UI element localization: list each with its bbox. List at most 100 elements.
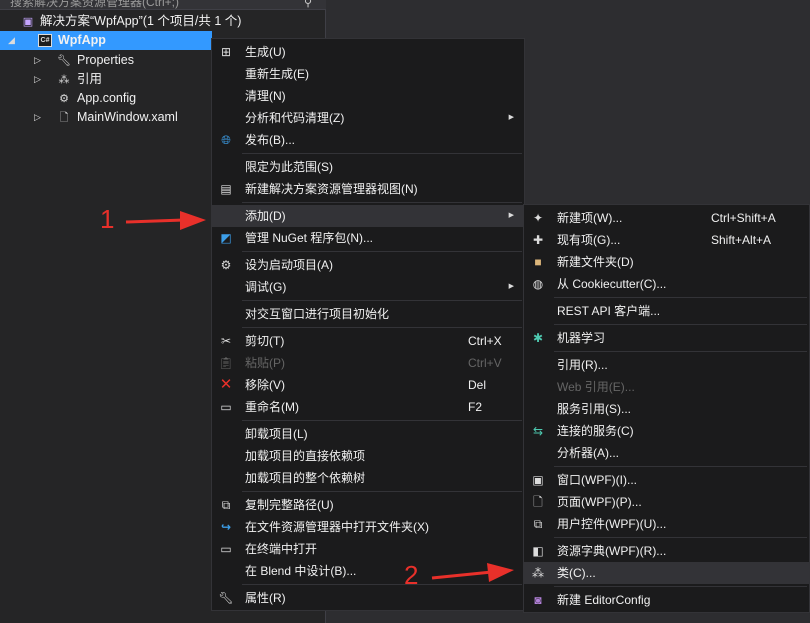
menu-label: 在终端中打开 <box>245 542 318 556</box>
submenu-rest-api-client[interactable]: REST API 客户端... <box>524 300 809 322</box>
menu-label: 剪切(T) <box>245 334 285 348</box>
menu-label: 用户控件(WPF)(U)... <box>557 517 667 531</box>
submenu-service-reference[interactable]: 服务引用(S)... <box>524 398 809 420</box>
references-icon: ⁂ <box>58 74 70 86</box>
tree-item-label: App.config <box>77 91 137 105</box>
tree-item-label: MainWindow.xaml <box>77 110 178 124</box>
menu-separator <box>554 324 807 325</box>
submenu-new-editorconfig[interactable]: ◙ 新建 EditorConfig <box>524 589 809 611</box>
annotation-number-1: 1 <box>100 204 115 234</box>
menu-label: 属性(R) <box>245 591 286 605</box>
menu-label: Web 引用(E)... <box>557 380 635 394</box>
menu-set-startup[interactable]: ⚙ 设为启动项目(A) <box>212 254 524 276</box>
menu-separator <box>554 351 807 352</box>
menu-unload-project[interactable]: 卸载项目(L) <box>212 423 524 445</box>
menu-add[interactable]: 添加(D) ▶ <box>212 205 524 227</box>
menu-label: 设为启动项目(A) <box>245 258 333 272</box>
menu-shortcut: F2 <box>468 400 483 414</box>
menu-paste[interactable]: 📋︎ 粘贴(P) Ctrl+V <box>212 352 524 374</box>
submenu-new-item[interactable]: ✦ 新建项(W)... Ctrl+Shift+A <box>524 207 809 229</box>
menu-scope-to-this[interactable]: 限定为此范围(S) <box>212 156 524 178</box>
search-placeholder: 搜索解决方案资源管理器(Ctrl+;) <box>10 0 179 9</box>
menu-separator <box>554 586 807 587</box>
menu-label: 页面(WPF)(P)... <box>557 495 642 509</box>
tree-item-label: 引用 <box>77 72 103 86</box>
page-icon: 🗋 <box>533 495 543 509</box>
menu-rename[interactable]: ▭ 重命名(M) F2 <box>212 396 524 418</box>
paste-icon: 📋︎ <box>218 356 234 370</box>
expand-arrow-icon[interactable]: ◢ <box>8 31 15 50</box>
menu-separator <box>554 466 807 467</box>
menu-properties[interactable]: 🔧︎ 属性(R) <box>212 587 524 609</box>
submenu-existing-item[interactable]: ✚ 现有项(G)... Shift+Alt+A <box>524 229 809 251</box>
menu-shortcut: Ctrl+X <box>468 334 502 348</box>
menu-manage-nuget[interactable]: ◩ 管理 NuGet 程序包(N)... <box>212 227 524 249</box>
search-input[interactable]: 搜索解决方案资源管理器(Ctrl+;) ⚲ <box>0 0 326 10</box>
menu-separator <box>242 300 522 301</box>
menu-label: 重命名(M) <box>245 400 299 414</box>
menu-publish[interactable]: 🌐︎ 发布(B)... <box>212 129 524 151</box>
menu-label: 加载项目的整个依赖树 <box>245 471 366 485</box>
xaml-file-icon: 🗋 <box>59 112 69 124</box>
collapse-arrow-icon[interactable]: ▷ <box>34 51 41 70</box>
menu-label: 从 Cookiecutter(C)... <box>557 277 667 291</box>
menu-copy-full-path[interactable]: ⧉ 复制完整路径(U) <box>212 494 524 516</box>
menu-clean[interactable]: 清理(N) <box>212 85 524 107</box>
menu-label: 服务引用(S)... <box>557 402 631 416</box>
window-icon: ▣ <box>532 473 544 487</box>
open-folder-arrow-icon: ↪ <box>220 520 232 534</box>
submenu-user-control-wpf[interactable]: ⧉ 用户控件(WPF)(U)... <box>524 513 809 535</box>
menu-cut[interactable]: ✂ 剪切(T) Ctrl+X <box>212 330 524 352</box>
menu-analyze[interactable]: 分析和代码清理(Z) ▶ <box>212 107 524 129</box>
submenu-web-reference[interactable]: Web 引用(E)... <box>524 376 809 398</box>
submenu-new-folder[interactable]: ■ 新建文件夹(D) <box>524 251 809 273</box>
remove-x-icon: ✕ <box>219 376 233 393</box>
menu-open-in-explorer[interactable]: ↪ 在文件资源管理器中打开文件夹(X) <box>212 516 524 538</box>
submenu-analyzer[interactable]: 分析器(A)... <box>524 442 809 464</box>
tree-solution[interactable]: ▣ 解决方案“WpfApp”(1 个项目/共 1 个) <box>0 12 326 31</box>
menu-separator <box>242 420 522 421</box>
menu-label: 新建项(W)... <box>557 211 623 225</box>
menu-label: 添加(D) <box>245 209 286 223</box>
menu-label: 机器学习 <box>557 331 606 345</box>
collapse-arrow-icon[interactable]: ▷ <box>34 70 41 89</box>
submenu-class[interactable]: ⁂ 类(C)... <box>524 562 809 584</box>
submenu-from-cookiecutter[interactable]: ◍ 从 Cookiecutter(C)... <box>524 273 809 295</box>
menu-shortcut: Ctrl+Shift+A <box>711 211 776 225</box>
menu-label: 调试(G) <box>245 280 287 294</box>
submenu-resource-dictionary-wpf[interactable]: ◧ 资源字典(WPF)(R)... <box>524 540 809 562</box>
submenu-machine-learning[interactable]: ✱ 机器学习 <box>524 327 809 349</box>
menu-label: 新建 EditorConfig <box>557 593 651 607</box>
menu-open-in-terminal[interactable]: ▭ 在终端中打开 <box>212 538 524 560</box>
menu-rebuild[interactable]: 重新生成(E) <box>212 63 524 85</box>
menu-label: 粘贴(P) <box>245 356 285 370</box>
cookiecutter-icon: ◍ <box>532 277 544 291</box>
menu-label: 加载项目的直接依赖项 <box>245 449 366 463</box>
csharp-project-icon: C# <box>38 34 52 47</box>
project-label: WpfApp <box>58 33 106 47</box>
menu-new-explorer-view[interactable]: ▤ 新建解决方案资源管理器视图(N) <box>212 178 524 200</box>
menu-label: 限定为此范围(S) <box>245 160 333 174</box>
menu-shortcut: Ctrl+V <box>468 356 502 370</box>
tree-project[interactable]: ◢ C# WpfApp <box>0 31 212 50</box>
menu-label: 现有项(G)... <box>557 233 621 247</box>
submenu-page-wpf[interactable]: 🗋 页面(WPF)(P)... <box>524 491 809 513</box>
class-icon: ⁂ <box>532 566 544 580</box>
submenu-connected-services[interactable]: ⇆ 连接的服务(C) <box>524 420 809 442</box>
menu-label: 引用(R)... <box>557 358 608 372</box>
menu-build[interactable]: ⊞ 生成(U) <box>212 41 524 63</box>
menu-remove[interactable]: ✕ 移除(V) Del <box>212 374 524 396</box>
menu-load-dep-tree[interactable]: 加载项目的整个依赖树 <box>212 467 524 489</box>
menu-debug[interactable]: 调试(G) ▶ <box>212 276 524 298</box>
existing-item-icon: ✚ <box>532 233 544 247</box>
menu-init-interactive[interactable]: 对交互窗口进行项目初始化 <box>212 303 524 325</box>
menu-load-direct-deps[interactable]: 加载项目的直接依赖项 <box>212 445 524 467</box>
collapse-arrow-icon[interactable]: ▷ <box>34 108 41 127</box>
submenu-reference[interactable]: 引用(R)... <box>524 354 809 376</box>
submenu-arrow-icon: ▶ <box>508 283 514 290</box>
menu-separator <box>242 584 522 585</box>
menu-label: 复制完整路径(U) <box>245 498 334 512</box>
menu-separator <box>242 202 522 203</box>
menu-label: 分析和代码清理(Z) <box>245 111 345 125</box>
submenu-window-wpf[interactable]: ▣ 窗口(WPF)(I)... <box>524 469 809 491</box>
